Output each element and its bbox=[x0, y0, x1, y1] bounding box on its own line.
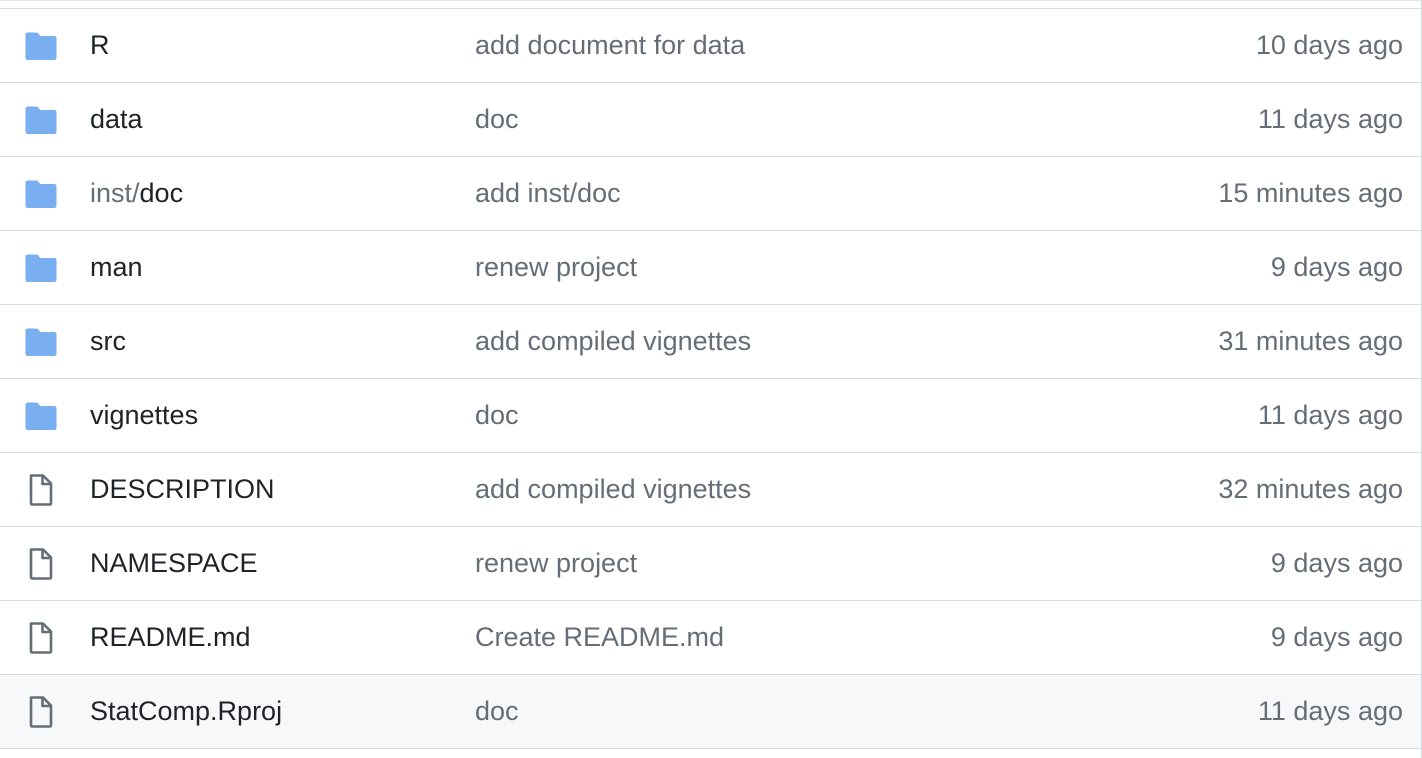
file-list: R add document for data 10 days ago data… bbox=[0, 0, 1422, 758]
file-icon bbox=[24, 474, 60, 506]
commit-message-link[interactable]: doc bbox=[475, 379, 519, 452]
commit-message-link[interactable]: Create README.md bbox=[475, 601, 724, 674]
file-row[interactable]: NAMESPACE renew project 9 days ago bbox=[0, 527, 1421, 601]
commit-age: 32 minutes ago bbox=[1218, 474, 1403, 504]
file-row[interactable]: src add compiled vignettes 31 minutes ag… bbox=[0, 305, 1421, 379]
commit-message-link[interactable]: add compiled vignettes bbox=[475, 453, 751, 526]
commit-message-link[interactable]: doc bbox=[475, 675, 519, 748]
commit-message-link[interactable]: renew project bbox=[475, 231, 637, 304]
file-name: data bbox=[90, 104, 143, 134]
folder-icon bbox=[24, 401, 60, 431]
file-list-header-edge bbox=[0, 1, 1421, 9]
commit-message-link[interactable]: add compiled vignettes bbox=[475, 305, 751, 378]
file-name: DESCRIPTION bbox=[90, 474, 275, 504]
file-name-link[interactable]: R bbox=[90, 9, 110, 82]
file-name-link[interactable]: inst/doc bbox=[90, 157, 183, 230]
commit-age: 10 days ago bbox=[1255, 30, 1403, 60]
file-name-link[interactable]: README.md bbox=[90, 601, 251, 674]
file-row[interactable]: data doc 11 days ago bbox=[0, 83, 1421, 157]
file-row[interactable]: vignettes doc 11 days ago bbox=[0, 379, 1421, 453]
file-name: R bbox=[90, 30, 110, 60]
commit-age: 9 days ago bbox=[1270, 548, 1403, 578]
file-name-link[interactable]: NAMESPACE bbox=[90, 527, 258, 600]
file-name: doc bbox=[139, 178, 184, 208]
commit-age: 9 days ago bbox=[1270, 252, 1403, 282]
file-name-link[interactable]: DESCRIPTION bbox=[90, 453, 275, 526]
file-name: README.md bbox=[90, 622, 251, 652]
commit-age: 15 minutes ago bbox=[1218, 178, 1403, 208]
file-row-hovered[interactable]: StatComp.Rproj doc 11 days ago bbox=[0, 675, 1421, 749]
file-name: man bbox=[90, 252, 143, 282]
file-name: NAMESPACE bbox=[90, 548, 258, 578]
folder-icon bbox=[24, 327, 60, 357]
file-name: StatComp.Rproj bbox=[90, 696, 283, 726]
commit-message-link[interactable]: renew project bbox=[475, 527, 637, 600]
folder-icon bbox=[24, 31, 60, 61]
file-name-link[interactable]: StatComp.Rproj bbox=[90, 675, 282, 748]
file-name-prefix: inst/ bbox=[90, 178, 140, 208]
folder-icon bbox=[24, 179, 60, 209]
file-name-link[interactable]: data bbox=[90, 83, 143, 156]
commit-message-link[interactable]: doc bbox=[475, 83, 519, 156]
file-icon bbox=[24, 548, 60, 580]
commit-message-link[interactable]: add document for data bbox=[475, 9, 745, 82]
file-name-link[interactable]: vignettes bbox=[90, 379, 198, 452]
commit-age: 11 days ago bbox=[1257, 104, 1403, 134]
file-row[interactable]: man renew project 9 days ago bbox=[0, 231, 1421, 305]
file-name-link[interactable]: man bbox=[90, 231, 143, 304]
file-name-link[interactable]: src bbox=[90, 305, 126, 378]
file-row[interactable]: README.md Create README.md 9 days ago bbox=[0, 601, 1421, 675]
commit-age: 11 days ago bbox=[1257, 696, 1403, 726]
commit-message-link[interactable]: add inst/doc bbox=[475, 157, 621, 230]
commit-age: 31 minutes ago bbox=[1218, 326, 1403, 356]
file-row[interactable]: DESCRIPTION add compiled vignettes 32 mi… bbox=[0, 453, 1421, 527]
commit-age: 11 days ago bbox=[1257, 400, 1403, 430]
file-icon bbox=[24, 696, 60, 728]
folder-icon bbox=[24, 253, 60, 283]
file-row[interactable]: R add document for data 10 days ago bbox=[0, 9, 1421, 83]
file-name: vignettes bbox=[90, 400, 199, 430]
file-icon bbox=[24, 622, 60, 654]
commit-age: 9 days ago bbox=[1270, 622, 1403, 652]
folder-icon bbox=[24, 105, 60, 135]
file-name: src bbox=[90, 326, 126, 356]
file-row[interactable]: inst/doc add inst/doc 15 minutes ago bbox=[0, 157, 1421, 231]
